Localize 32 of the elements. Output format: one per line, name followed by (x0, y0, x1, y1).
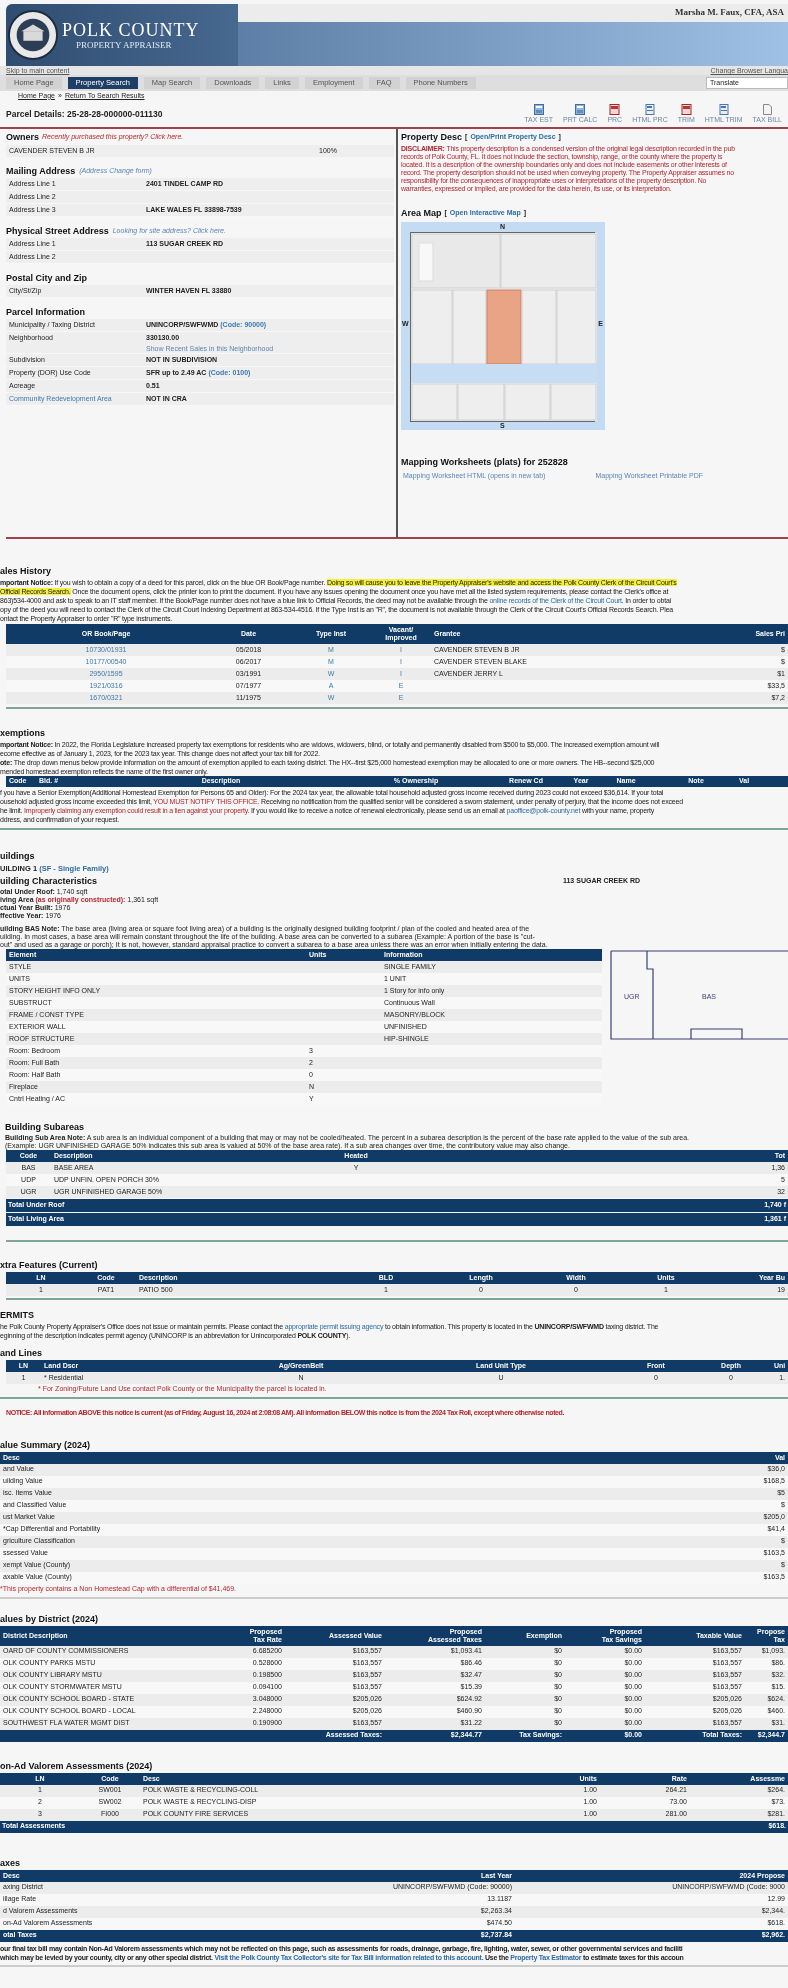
document-icon (644, 104, 655, 115)
appraiser-name: Marsha M. Faux, CFA, ASA (674, 6, 784, 20)
section-heading: on-Ad Valorem Assessments (2024) (0, 1759, 153, 1773)
section-heading: xtra Features (Current) (0, 1259, 98, 1272)
section-heading: Property Desc (401, 131, 463, 144)
section-heading: ERMITS (0, 1309, 34, 1322)
section-heading: Mapping Worksheets (plats) for 252828 (401, 456, 568, 469)
section-heading: uilding Characteristics (0, 875, 98, 888)
calculator-icon (533, 104, 544, 115)
section-heading: Mailing Address (6, 165, 76, 178)
section-heading: ales History (0, 565, 52, 578)
section-heading: Parcel Information (6, 306, 86, 319)
section-heading: Building Subareas (4, 1121, 84, 1134)
section-heading: Postal City and Zip (6, 272, 87, 285)
section-heading: alues by District (2024) (0, 1612, 99, 1626)
site-title: POLK COUNTY (62, 19, 200, 40)
section-heading: uildings (0, 850, 35, 863)
pdf-icon (609, 104, 621, 115)
page-title: Parcel Details: 25-28-28-000000-011130 (6, 107, 163, 121)
section-heading: and Lines (0, 1347, 42, 1360)
section-heading: Area Map (401, 207, 442, 220)
section-heading: axes (0, 1856, 21, 1870)
page-icon (762, 104, 772, 115)
section-heading: Owners (6, 131, 39, 144)
site-subtitle: PROPERTY APPRAISER (75, 39, 173, 51)
section-heading: Physical Street Address (6, 225, 109, 238)
seal-logo-icon (8, 10, 58, 60)
calculator-icon (575, 104, 586, 115)
document-icon (718, 104, 729, 115)
section-heading: alue Summary (2024) (0, 1438, 91, 1452)
pdf-icon (680, 104, 692, 115)
section-heading: xemptions (0, 727, 45, 740)
